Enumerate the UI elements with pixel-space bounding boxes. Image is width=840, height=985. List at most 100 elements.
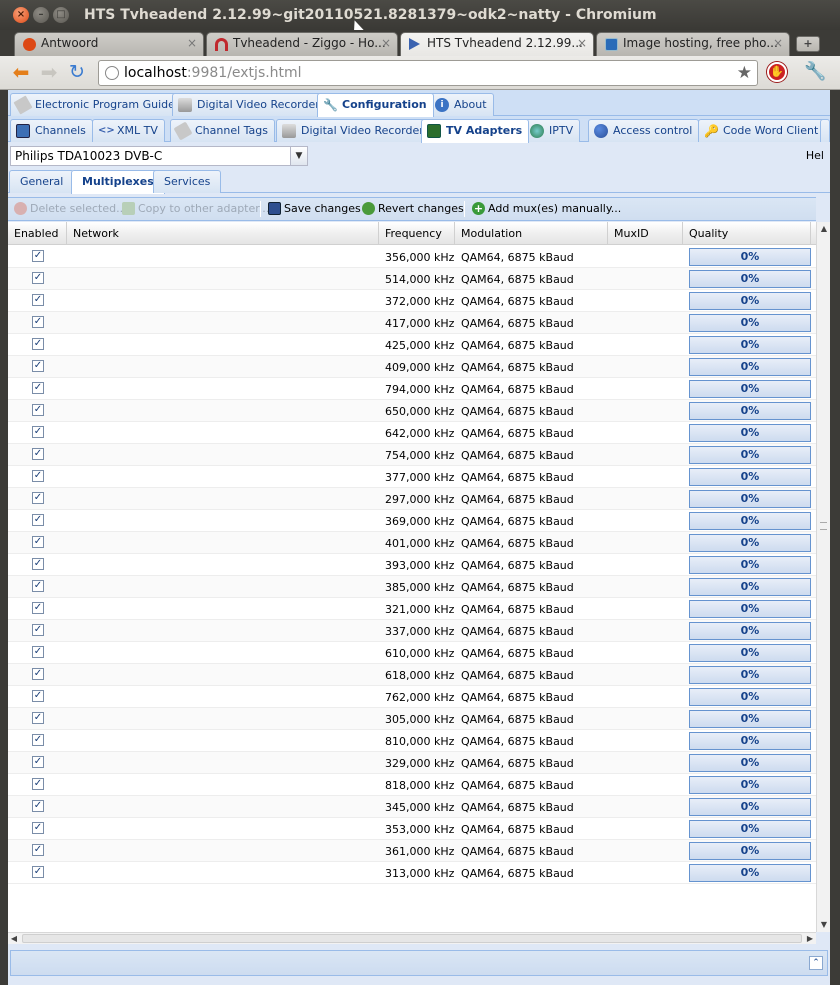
cell-modulation[interactable]: QAM64, 6875 kBaud bbox=[455, 356, 608, 378]
enabled-checkbox[interactable]: ✓ bbox=[32, 360, 44, 372]
scroll-thumb[interactable] bbox=[22, 934, 802, 943]
cell-modulation[interactable]: QAM64, 6875 kBaud bbox=[455, 598, 608, 620]
cell-network[interactable] bbox=[67, 334, 379, 356]
tab-general[interactable]: General bbox=[9, 170, 75, 193]
window-close-button[interactable]: × bbox=[13, 7, 29, 23]
cell-network[interactable] bbox=[67, 290, 379, 312]
cell-frequency[interactable]: 369,000 kHz bbox=[379, 510, 455, 532]
expand-panel-icon[interactable]: ⌃ bbox=[809, 956, 823, 970]
tab-about[interactable]: i About bbox=[429, 93, 494, 116]
cell-modulation[interactable]: QAM64, 6875 kBaud bbox=[455, 466, 608, 488]
cell-network[interactable] bbox=[67, 774, 379, 796]
enabled-checkbox[interactable]: ✓ bbox=[32, 470, 44, 482]
cell-modulation[interactable]: QAM64, 6875 kBaud bbox=[455, 664, 608, 686]
add-mux-button[interactable]: + Add mux(es) manually... bbox=[472, 202, 621, 215]
cell-network[interactable] bbox=[67, 378, 379, 400]
cell-modulation[interactable]: QAM64, 6875 kBaud bbox=[455, 752, 608, 774]
cell-frequency[interactable]: 514,000 kHz bbox=[379, 268, 455, 290]
save-changes-button[interactable]: Save changes bbox=[268, 202, 361, 215]
back-button[interactable]: ⬅ bbox=[10, 62, 32, 84]
table-row[interactable]: ✓ 762,000 kHz QAM64, 6875 kBaud 0% bbox=[8, 686, 816, 708]
cell-muxid[interactable] bbox=[608, 554, 683, 576]
table-row[interactable]: ✓ 401,000 kHz QAM64, 6875 kBaud 0% bbox=[8, 532, 816, 554]
table-row[interactable]: ✓ 297,000 kHz QAM64, 6875 kBaud 0% bbox=[8, 488, 816, 510]
enabled-checkbox[interactable]: ✓ bbox=[32, 558, 44, 570]
cell-modulation[interactable]: QAM64, 6875 kBaud bbox=[455, 862, 608, 884]
tab-access-control[interactable]: Access control bbox=[588, 119, 700, 142]
cell-muxid[interactable] bbox=[608, 488, 683, 510]
cell-frequency[interactable]: 329,000 kHz bbox=[379, 752, 455, 774]
cell-network[interactable] bbox=[67, 268, 379, 290]
enabled-checkbox[interactable]: ✓ bbox=[32, 426, 44, 438]
cell-modulation[interactable]: QAM64, 6875 kBaud bbox=[455, 620, 608, 642]
cell-modulation[interactable]: QAM64, 6875 kBaud bbox=[455, 400, 608, 422]
cell-modulation[interactable]: QAM64, 6875 kBaud bbox=[455, 422, 608, 444]
table-row[interactable]: ✓ 425,000 kHz QAM64, 6875 kBaud 0% bbox=[8, 334, 816, 356]
cell-frequency[interactable]: 393,000 kHz bbox=[379, 554, 455, 576]
cell-network[interactable] bbox=[67, 840, 379, 862]
window-maximize-button[interactable]: □ bbox=[53, 7, 69, 23]
cell-network[interactable] bbox=[67, 488, 379, 510]
enabled-checkbox[interactable]: ✓ bbox=[32, 294, 44, 306]
enabled-checkbox[interactable]: ✓ bbox=[32, 756, 44, 768]
address-bar[interactable]: localhost:9981/extjs.html ★ bbox=[98, 60, 758, 86]
column-header-frequency[interactable]: Frequency bbox=[379, 222, 455, 245]
scroll-up-icon[interactable]: ▲ bbox=[817, 222, 831, 236]
cell-muxid[interactable] bbox=[608, 378, 683, 400]
enabled-checkbox[interactable]: ✓ bbox=[32, 602, 44, 614]
cell-frequency[interactable]: 642,000 kHz bbox=[379, 422, 455, 444]
table-row[interactable]: ✓ 385,000 kHz QAM64, 6875 kBaud 0% bbox=[8, 576, 816, 598]
cell-modulation[interactable]: QAM64, 6875 kBaud bbox=[455, 708, 608, 730]
table-row[interactable]: ✓ 417,000 kHz QAM64, 6875 kBaud 0% bbox=[8, 312, 816, 334]
table-row[interactable]: ✓ 409,000 kHz QAM64, 6875 kBaud 0% bbox=[8, 356, 816, 378]
cell-modulation[interactable]: QAM64, 6875 kBaud bbox=[455, 312, 608, 334]
table-row[interactable]: ✓ 337,000 kHz QAM64, 6875 kBaud 0% bbox=[8, 620, 816, 642]
cell-modulation[interactable]: QAM64, 6875 kBaud bbox=[455, 290, 608, 312]
scroll-down-icon[interactable]: ▼ bbox=[817, 918, 831, 932]
tab-services[interactable]: Services bbox=[153, 170, 222, 193]
enabled-checkbox[interactable]: ✓ bbox=[32, 272, 44, 284]
cell-muxid[interactable] bbox=[608, 510, 683, 532]
bookmark-star-icon[interactable]: ★ bbox=[737, 63, 752, 83]
tab-iptv[interactable]: IPTV bbox=[524, 119, 581, 142]
enabled-checkbox[interactable]: ✓ bbox=[32, 404, 44, 416]
cell-frequency[interactable]: 385,000 kHz bbox=[379, 576, 455, 598]
table-row[interactable]: ✓ 321,000 kHz QAM64, 6875 kBaud 0% bbox=[8, 598, 816, 620]
cell-muxid[interactable] bbox=[608, 312, 683, 334]
cell-muxid[interactable] bbox=[608, 598, 683, 620]
cell-network[interactable] bbox=[67, 312, 379, 334]
cell-modulation[interactable]: QAM64, 6875 kBaud bbox=[455, 840, 608, 862]
cell-frequency[interactable]: 345,000 kHz bbox=[379, 796, 455, 818]
enabled-checkbox[interactable]: ✓ bbox=[32, 448, 44, 460]
cell-muxid[interactable] bbox=[608, 422, 683, 444]
table-row[interactable]: ✓ 754,000 kHz QAM64, 6875 kBaud 0% bbox=[8, 444, 816, 466]
table-row[interactable]: ✓ 514,000 kHz QAM64, 6875 kBaud 0% bbox=[8, 268, 816, 290]
cell-network[interactable] bbox=[67, 422, 379, 444]
cell-network[interactable] bbox=[67, 818, 379, 840]
cell-modulation[interactable]: QAM64, 6875 kBaud bbox=[455, 554, 608, 576]
cell-modulation[interactable]: QAM64, 6875 kBaud bbox=[455, 774, 608, 796]
table-row[interactable]: ✓ 642,000 kHz QAM64, 6875 kBaud 0% bbox=[8, 422, 816, 444]
column-header-modulation[interactable]: Modulation bbox=[455, 222, 608, 245]
table-row[interactable]: ✓ 610,000 kHz QAM64, 6875 kBaud 0% bbox=[8, 642, 816, 664]
tab-multiplexes[interactable]: Multiplexes bbox=[71, 170, 165, 194]
enabled-checkbox[interactable]: ✓ bbox=[32, 580, 44, 592]
wrench-menu-icon[interactable]: 🔧 bbox=[804, 61, 826, 82]
cell-network[interactable] bbox=[67, 510, 379, 532]
cell-modulation[interactable]: QAM64, 6875 kBaud bbox=[455, 818, 608, 840]
table-row[interactable]: ✓ 810,000 kHz QAM64, 6875 kBaud 0% bbox=[8, 730, 816, 752]
cell-network[interactable] bbox=[67, 664, 379, 686]
browser-tab[interactable]: Image hosting, free pho... × bbox=[596, 32, 790, 56]
cell-muxid[interactable] bbox=[608, 444, 683, 466]
tab-overflow[interactable] bbox=[820, 119, 830, 142]
cell-network[interactable] bbox=[67, 598, 379, 620]
cell-modulation[interactable]: QAM64, 6875 kBaud bbox=[455, 488, 608, 510]
cell-network[interactable] bbox=[67, 246, 379, 268]
cell-network[interactable] bbox=[67, 752, 379, 774]
cell-frequency[interactable]: 762,000 kHz bbox=[379, 686, 455, 708]
cell-modulation[interactable]: QAM64, 6875 kBaud bbox=[455, 576, 608, 598]
cell-network[interactable] bbox=[67, 554, 379, 576]
tab-close-icon[interactable]: × bbox=[773, 36, 783, 50]
cell-muxid[interactable] bbox=[608, 466, 683, 488]
cell-network[interactable] bbox=[67, 642, 379, 664]
